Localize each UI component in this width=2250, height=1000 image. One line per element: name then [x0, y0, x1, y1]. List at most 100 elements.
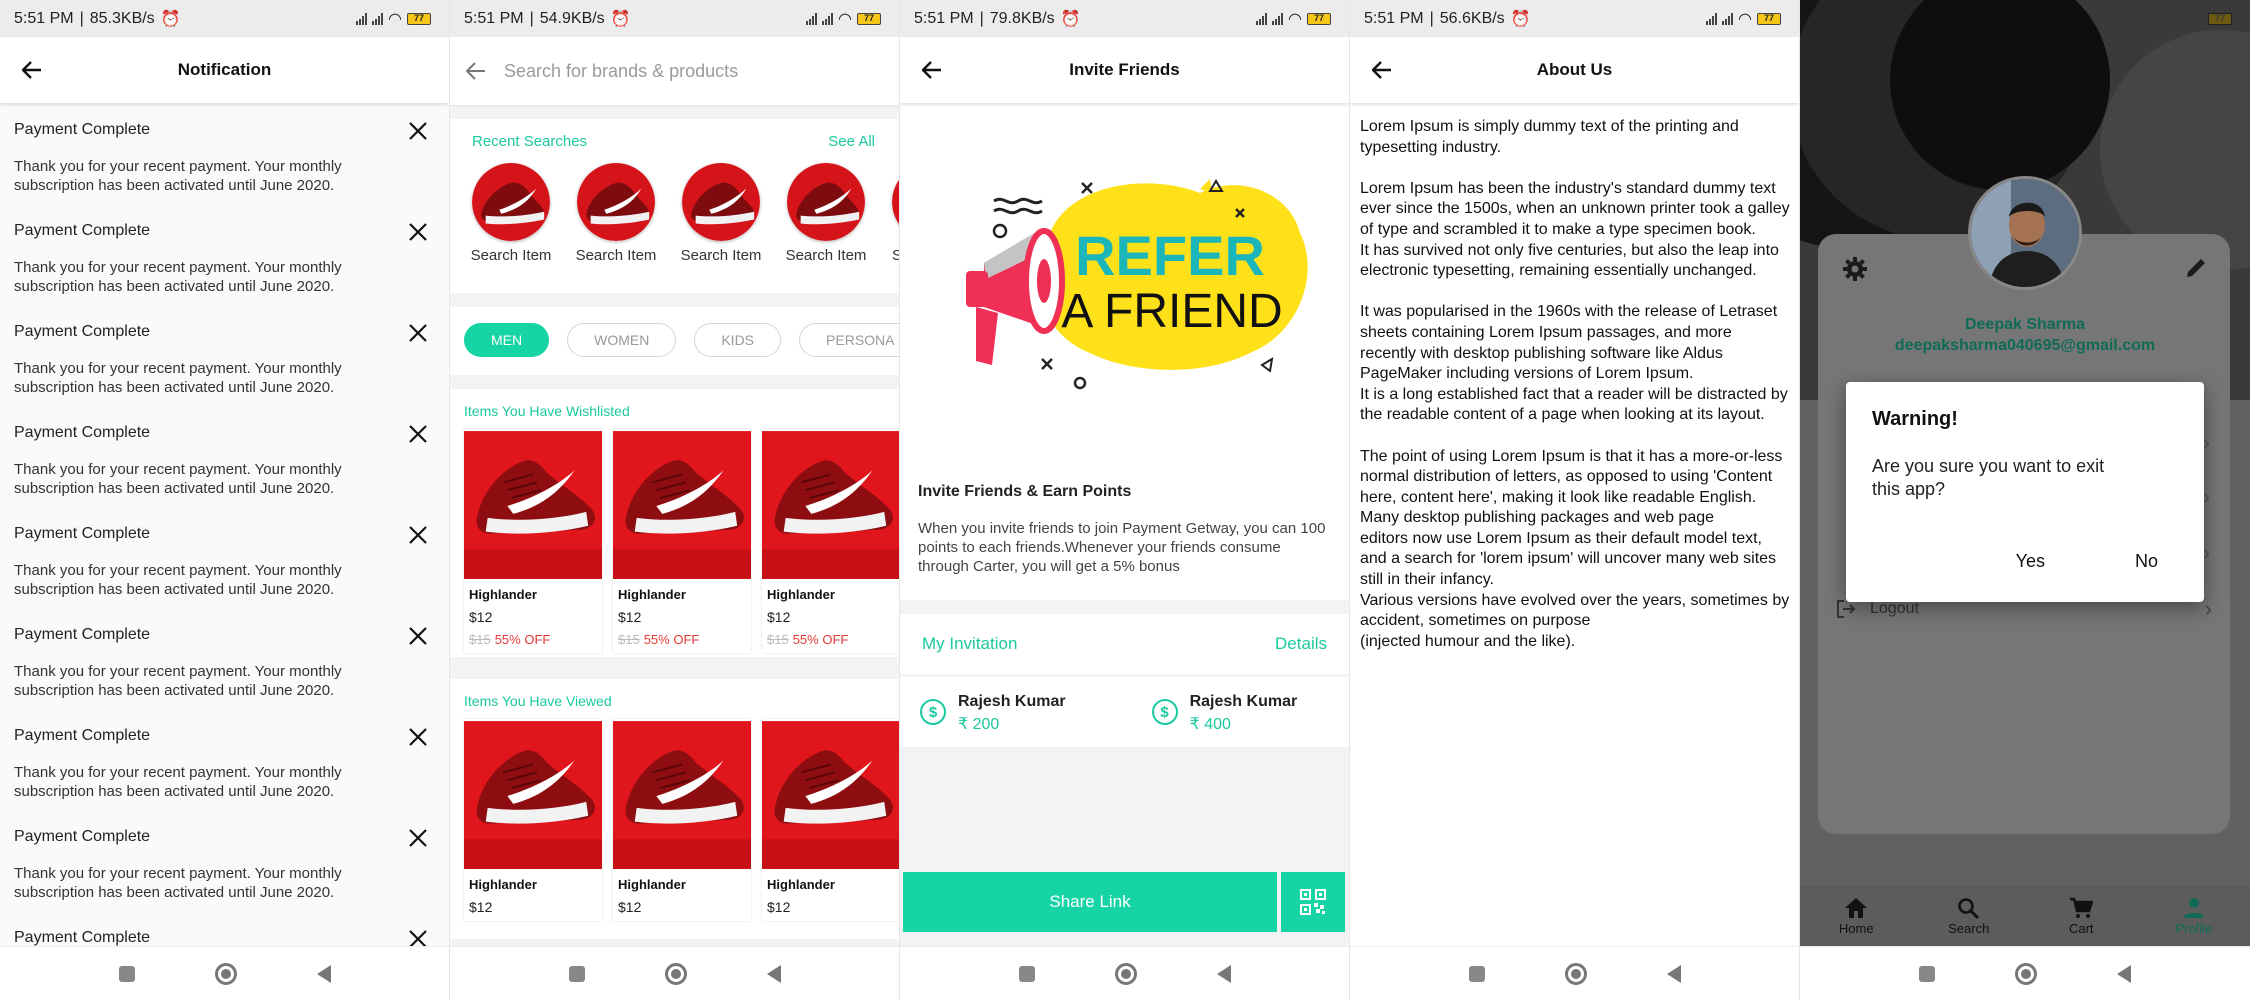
details-link[interactable]: Details: [1275, 634, 1327, 654]
recent-search-label: Se: [888, 247, 899, 264]
qr-code-button[interactable]: [1281, 872, 1345, 932]
close-icon[interactable]: [407, 221, 429, 243]
back-arrow-icon[interactable]: [918, 56, 946, 84]
status-speed: 79.8KB/s: [989, 9, 1055, 27]
settings-gear-icon[interactable]: [1842, 256, 1868, 282]
recent-search-item[interactable]: Se: [888, 163, 900, 293]
no-button[interactable]: No: [2135, 551, 2158, 572]
close-icon[interactable]: [407, 322, 429, 344]
product-card[interactable]: Highlander $12: [464, 719, 602, 921]
chip-personal[interactable]: PERSONA: [799, 323, 899, 357]
close-icon[interactable]: [407, 625, 429, 647]
notification-item[interactable]: Payment Complete Thank you for your rece…: [14, 204, 449, 305]
home-button[interactable]: [1565, 962, 1587, 985]
product-card[interactable]: Highlander $12 $15 55% OFF: [464, 429, 602, 653]
cart-icon: [2070, 897, 2094, 918]
signal-icon-2: [372, 12, 384, 25]
status-speed: 56.6KB/s: [1439, 9, 1505, 27]
product-name: Highlander: [469, 587, 537, 602]
back-arrow-icon[interactable]: [18, 56, 46, 84]
close-icon[interactable]: [407, 726, 429, 748]
page-title: Invite Friends: [1069, 60, 1180, 79]
notification-title: Payment Complete: [14, 323, 151, 340]
battery-icon: 77: [2208, 12, 2232, 25]
recents-button[interactable]: [119, 965, 135, 982]
notification-item[interactable]: Payment Complete Thank you for your rece…: [14, 103, 449, 204]
product-old-price: $15: [618, 632, 640, 647]
edit-pencil-icon[interactable]: [2184, 256, 2208, 280]
notification-item[interactable]: Payment Complete Thank you for your rece…: [14, 709, 449, 810]
logout-icon: [1837, 600, 1856, 618]
product-card[interactable]: Highlander $12: [762, 719, 899, 921]
recent-searches-list: Search Item Search Item Search Item Sear…: [450, 163, 899, 293]
viewed-products: Highlander $12 Highlander $12 Highlander $1…: [450, 719, 899, 921]
recents-button[interactable]: [569, 965, 585, 982]
back-arrow-icon[interactable]: [1368, 56, 1396, 84]
tab-home[interactable]: Home: [1816, 897, 1896, 936]
chip-women[interactable]: WOMEN: [567, 323, 677, 357]
tab-search[interactable]: Search: [1929, 897, 2009, 936]
notification-title: Payment Complete: [14, 424, 151, 441]
wishlist-title: Items You Have Wishlisted: [464, 403, 630, 419]
product-card[interactable]: Highlander $12: [613, 719, 751, 921]
back-arrow-icon[interactable]: [466, 62, 486, 80]
battery-icon: 77: [1307, 12, 1331, 25]
back-button[interactable]: [767, 964, 781, 983]
notification-body: Thank you for your recent payment. Your …: [14, 158, 342, 194]
avatar[interactable]: [1968, 176, 2082, 290]
notification-item[interactable]: Payment Complete Thank you for your rece…: [14, 507, 449, 608]
back-button[interactable]: [1667, 964, 1681, 983]
dialog-title: Warning!: [1872, 408, 1958, 430]
status-speed: 85.3KB/s: [89, 9, 155, 27]
home-button[interactable]: [2015, 962, 2037, 985]
close-icon[interactable]: [407, 827, 429, 849]
home-button[interactable]: [1115, 962, 1137, 985]
recents-button[interactable]: [1919, 965, 1935, 982]
alarm-icon: ⏰: [1510, 10, 1531, 28]
product-name: Highlander: [618, 877, 686, 892]
search-icon: [1957, 897, 1979, 919]
notification-body: Thank you for your recent payment. Your …: [14, 360, 342, 396]
notification-title: Payment Complete: [14, 222, 151, 239]
app-bar: Invite Friends: [900, 37, 1349, 103]
wifi-icon: ◠: [838, 10, 852, 28]
notification-item[interactable]: Payment Complete Thank you for your rece…: [14, 406, 449, 507]
shoe-image: [682, 163, 760, 241]
recent-search-item[interactable]: Search Item: [468, 163, 554, 293]
close-icon[interactable]: [407, 524, 429, 546]
yes-button[interactable]: Yes: [2016, 551, 2045, 572]
notification-item[interactable]: Payment Complete Thank you for your rece…: [14, 608, 449, 709]
back-button[interactable]: [2117, 964, 2131, 983]
app-bar: Notification: [0, 37, 449, 103]
close-icon[interactable]: [407, 423, 429, 445]
home-button[interactable]: [215, 962, 237, 985]
product-card[interactable]: Highlander $12 $15 55% OFF: [613, 429, 751, 653]
chip-kids[interactable]: KIDS: [694, 323, 782, 357]
tab-profile[interactable]: Profile: [2154, 897, 2234, 936]
back-button[interactable]: [1217, 964, 1231, 983]
close-icon[interactable]: [407, 120, 429, 142]
chip-men[interactable]: MEN: [464, 323, 550, 357]
status-speed: 54.9KB/s: [539, 9, 605, 27]
status-time: 5:51 PM: [1364, 9, 1424, 27]
home-button[interactable]: [665, 962, 687, 985]
product-name: Highlander: [469, 877, 537, 892]
notification-item[interactable]: Payment Complete Thank you for your rece…: [14, 305, 449, 406]
recent-search-item[interactable]: Search Item: [783, 163, 869, 293]
product-name: Highlander: [618, 587, 686, 602]
notification-item[interactable]: Payment Complete Thank you for your rece…: [14, 810, 449, 911]
share-link-button[interactable]: Share Link: [903, 872, 1277, 932]
recent-search-item[interactable]: Search Item: [573, 163, 659, 293]
recents-button[interactable]: [1019, 965, 1035, 982]
see-all-link[interactable]: See All: [828, 133, 875, 150]
back-button[interactable]: [317, 964, 331, 983]
invitee-amount: ₹ 200: [958, 716, 1000, 733]
shoe-image: [892, 163, 900, 241]
tab-cart[interactable]: Cart: [2041, 897, 2121, 936]
recent-search-item[interactable]: Search Item: [678, 163, 764, 293]
search-input[interactable]: [504, 60, 864, 82]
notification-title: Payment Complete: [14, 121, 151, 138]
recents-button[interactable]: [1469, 965, 1485, 982]
product-card[interactable]: Highlander $12 $15 55% OFF: [762, 429, 899, 653]
logout-label: Logout: [1870, 600, 1919, 617]
